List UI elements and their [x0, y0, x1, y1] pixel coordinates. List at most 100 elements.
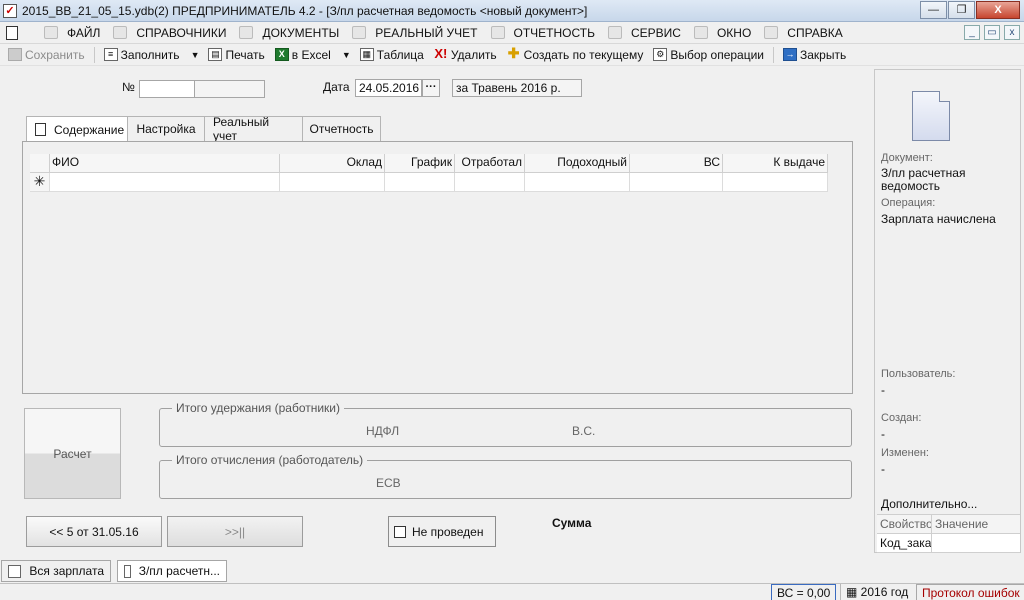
- fill-button[interactable]: ≡ Заполнить: [99, 45, 185, 65]
- document-info-panel: Документ: З/пл расчетная ведомость Опера…: [874, 69, 1021, 553]
- cell-worked[interactable]: [455, 173, 525, 192]
- app-icon: ✓: [3, 3, 17, 18]
- print-button[interactable]: ▤ Печать: [203, 45, 269, 65]
- toolbar: Сохранить ≡ Заполнить ▼ ▤ Печать Xв Excel …: [0, 44, 1024, 66]
- document-icon[interactable]: [6, 25, 18, 40]
- date-field[interactable]: 24.05.2016: [355, 79, 422, 97]
- documents-icon: [239, 26, 254, 39]
- table-button[interactable]: ▦ Таблица: [355, 45, 429, 65]
- additional-link[interactable]: Дополнительно...: [881, 498, 1015, 511]
- previous-document-button[interactable]: << 5 от 31.05.16: [26, 516, 162, 547]
- error-log-button[interactable]: Протокол ошибок: [916, 584, 1024, 600]
- property-cell: Код_зака: [877, 534, 932, 552]
- tab-content[interactable]: Содержание: [26, 116, 134, 142]
- stack-icon: [8, 564, 22, 578]
- year-status[interactable]: ▦ 2016 год: [840, 584, 913, 600]
- toolbar-separator: [93, 46, 95, 63]
- document-type-value: З/пл расчетная ведомость: [881, 166, 966, 193]
- mdi-minimize-button[interactable]: _: [964, 25, 980, 40]
- created-label: Создан:: [881, 412, 922, 424]
- tab-real-accounting[interactable]: Реальный учет: [204, 115, 303, 143]
- value-cell[interactable]: [932, 534, 1020, 552]
- modified-label: Изменен:: [881, 447, 929, 459]
- menu-file[interactable]: ФАЙЛ: [40, 22, 109, 44]
- posted-checkbox[interactable]: [394, 525, 406, 538]
- row-header-corner: [30, 154, 50, 173]
- close-document-button[interactable]: → Закрыть: [778, 45, 851, 65]
- vs-label: В.С.: [572, 424, 596, 438]
- contributions-group: Итого отчисления (работодатель) ЕСВ: [159, 453, 852, 499]
- new-row-icon: ✳: [30, 173, 50, 192]
- title-bar: ✓ 2015_BB_21_05_15.ydb(2) ПРЕДПРИНИМАТЕЛ…: [0, 0, 1024, 22]
- mdi-close-button[interactable]: x: [1004, 25, 1020, 40]
- table-row[interactable]: ✳: [30, 173, 830, 192]
- menu-documents[interactable]: ДОКУМЕНТЫ: [235, 22, 348, 44]
- tab-reporting[interactable]: Отчетность: [302, 116, 381, 141]
- next-document-button[interactable]: >>||: [167, 516, 303, 547]
- grid-header: ФИО Оклад График Отработал Подоходный ВС…: [30, 154, 830, 173]
- excel-dropdown-arrow-icon[interactable]: ▼: [336, 50, 355, 60]
- minimize-button[interactable]: —: [920, 1, 947, 19]
- user-value: -: [881, 383, 885, 397]
- document-type-label: Документ:: [881, 152, 933, 164]
- user-label: Пользователь:: [881, 368, 956, 380]
- exit-icon: →: [783, 48, 797, 61]
- close-window-button[interactable]: X: [976, 1, 1020, 19]
- tab-settings[interactable]: Настройка: [127, 116, 205, 141]
- document-icon: [124, 564, 131, 578]
- total-sum-label: Сумма: [552, 516, 592, 530]
- mdi-restore-button[interactable]: ▭: [984, 25, 1000, 40]
- excel-button[interactable]: Xв Excel: [270, 45, 336, 65]
- window-icon: [693, 26, 708, 39]
- help-icon: [764, 26, 779, 39]
- menu-window[interactable]: ОКНО: [690, 22, 760, 44]
- cell-income-tax[interactable]: [525, 173, 630, 192]
- calendar-icon: ▦: [846, 585, 861, 599]
- fill-dropdown-arrow-icon[interactable]: ▼: [185, 50, 204, 60]
- column-header-income-tax[interactable]: Подоходный: [525, 154, 630, 173]
- payroll-grid: ФИО Оклад График Отработал Подоходный ВС…: [30, 154, 830, 192]
- window-tab-payroll[interactable]: З/пл расчетн...: [117, 560, 227, 582]
- save-button[interactable]: Сохранить: [3, 45, 90, 65]
- plus-icon: ✚: [507, 45, 520, 61]
- menu-bar: ФАЙЛ СПРАВОЧНИКИ ДОКУМЕНТЫ РЕАЛЬНЫЙ УЧЕТ…: [0, 22, 1024, 44]
- date-label: Дата: [323, 80, 350, 94]
- delete-button[interactable]: X! Удалить: [429, 45, 502, 65]
- mdi-controls: _ ▭ x: [960, 25, 1020, 40]
- number-field[interactable]: [139, 80, 195, 98]
- menu-reporting[interactable]: ОТЧЕТНОСТЬ: [487, 22, 604, 44]
- column-header-worked[interactable]: Отработал: [455, 154, 525, 173]
- window-tab-all-salary[interactable]: Вся зарплата: [1, 560, 111, 582]
- create-by-current-button[interactable]: ✚ Создать по текущему: [502, 45, 649, 65]
- document-large-icon: [912, 91, 950, 141]
- period-field: за Травень 2016 р.: [452, 79, 582, 97]
- table-row[interactable]: Код_зака: [877, 534, 1020, 553]
- file-icon: [44, 26, 58, 39]
- column-header-schedule[interactable]: График: [385, 154, 455, 173]
- cell-fio[interactable]: [50, 173, 280, 192]
- date-picker-button[interactable]: ···: [422, 79, 440, 97]
- column-header-salary[interactable]: Оклад: [280, 154, 385, 173]
- cell-schedule[interactable]: [385, 173, 455, 192]
- cell-salary[interactable]: [280, 173, 385, 192]
- ndfl-label: НДФЛ: [366, 424, 400, 438]
- delete-icon: X!: [434, 46, 448, 61]
- choose-operation-button[interactable]: ⚙ Выбор операции: [648, 45, 769, 65]
- withholdings-legend: Итого удержания (работники): [172, 401, 344, 415]
- number-suffix-field[interactable]: [194, 80, 265, 98]
- save-icon: [8, 48, 22, 61]
- cell-vs[interactable]: [630, 173, 723, 192]
- menu-service[interactable]: СЕРВИС: [604, 22, 690, 44]
- column-header-payout[interactable]: К выдаче: [723, 154, 828, 173]
- maximize-button[interactable]: ❐: [948, 1, 975, 19]
- menu-help[interactable]: СПРАВКА: [760, 22, 852, 44]
- calculate-button[interactable]: Расчет: [24, 408, 121, 499]
- column-header-vs[interactable]: ВС: [630, 154, 723, 173]
- toolbar-separator: [773, 46, 774, 63]
- created-value: -: [881, 427, 885, 441]
- menu-real-accounting[interactable]: РЕАЛЬНЫЙ УЧЕТ: [348, 22, 486, 44]
- column-header-fio[interactable]: ФИО: [50, 154, 280, 173]
- posting-status-toggle[interactable]: Не проведен: [388, 516, 496, 547]
- cell-payout[interactable]: [723, 173, 828, 192]
- menu-references[interactable]: СПРАВОЧНИКИ: [109, 22, 235, 44]
